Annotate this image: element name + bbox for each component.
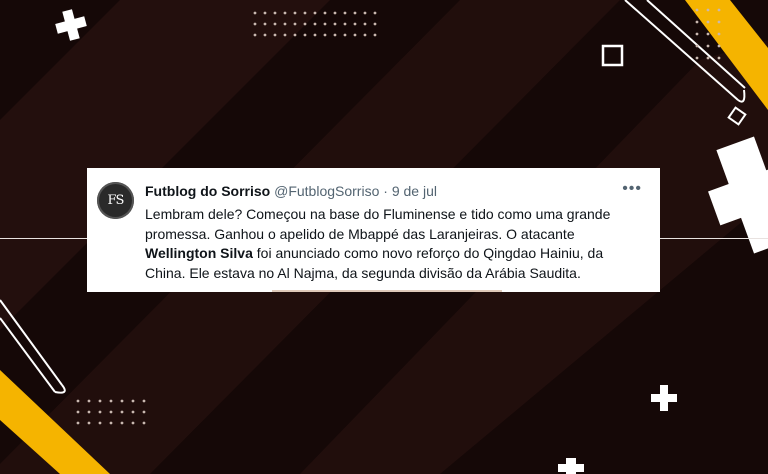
tweet-text-bold-name: Wellington Silva xyxy=(145,245,253,261)
media-preview-edge xyxy=(272,290,502,292)
separator-dot: · xyxy=(383,183,388,199)
avatar[interactable]: FS xyxy=(97,182,134,219)
tweet-header: Futblog do Sorriso @FutblogSorriso · 9 d… xyxy=(145,183,437,199)
tweet-text: Lembram dele? Começou na base do Flumine… xyxy=(145,205,645,283)
tweet-text-part-1: Lembram dele? Começou na base do Flumine… xyxy=(145,206,611,242)
avatar-initials: FS xyxy=(107,193,125,208)
tweet-card[interactable]: FS Futblog do Sorriso @FutblogSorriso · … xyxy=(87,168,660,292)
user-handle[interactable]: @FutblogSorriso xyxy=(274,183,379,199)
more-options-icon[interactable]: ••• xyxy=(622,180,642,198)
display-name[interactable]: Futblog do Sorriso xyxy=(145,183,270,199)
tweet-date[interactable]: 9 de jul xyxy=(392,183,437,199)
